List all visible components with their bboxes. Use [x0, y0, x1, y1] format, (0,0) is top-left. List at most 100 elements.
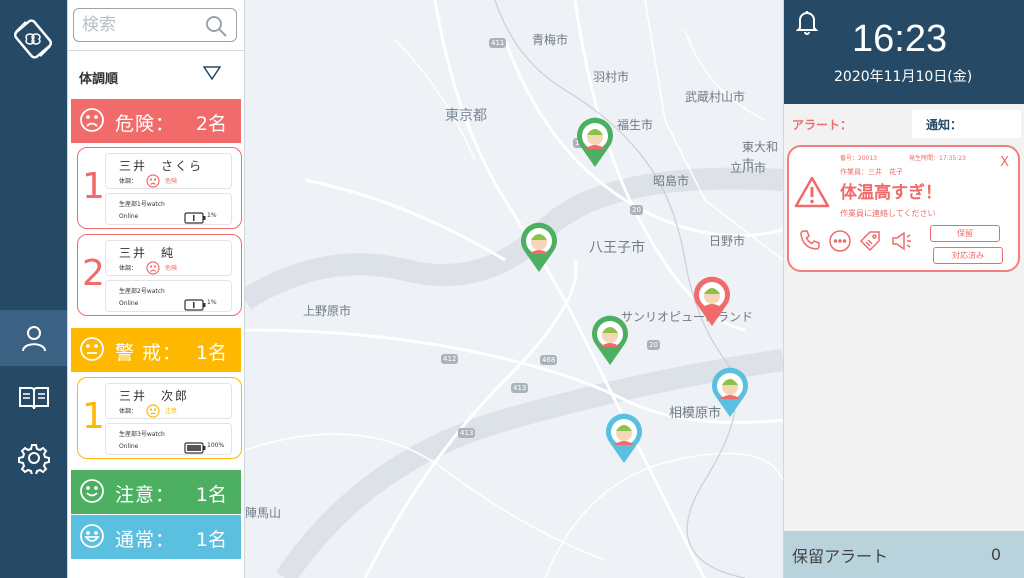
category-name: 警 戒：	[115, 342, 183, 364]
sort-dropdown-icon[interactable]	[202, 65, 222, 84]
category-count: 1名	[195, 342, 227, 364]
map-label: 上野原市	[303, 304, 352, 318]
alert-time: 発生時間：17:35:23	[909, 155, 966, 162]
hold-button[interactable]: 保留	[930, 225, 1000, 242]
device-info: 生産部2号watch Online 1%	[105, 280, 232, 312]
worker-name: 三井 さくら	[119, 159, 204, 173]
category-name: 注意：	[115, 484, 176, 506]
map-label: 陣馬山	[245, 506, 282, 520]
sad-face-icon	[146, 173, 160, 192]
worker-pin-green[interactable]	[575, 117, 615, 169]
search-box	[73, 8, 237, 42]
map-label: サンリオピューロランド	[621, 310, 754, 324]
map-label: 武蔵村山市	[685, 90, 746, 104]
nav-gear-icon[interactable]	[0, 430, 67, 486]
device-status: Online	[119, 443, 139, 450]
worker-info: 三井 次郎 体調： 注意	[105, 383, 232, 419]
alert-message: 作業員に連絡してください	[840, 209, 936, 218]
worker-name: 三井 純	[119, 246, 176, 260]
device-status: Online	[119, 213, 139, 220]
alert-number: 番号：20013	[840, 155, 878, 162]
worker-card[interactable]: 1 三井 さくら 体調： 危険 生産部1号watch Online 1%	[77, 147, 242, 229]
sort-label: 体調順	[79, 72, 119, 87]
worker-rank: 1	[82, 396, 105, 437]
route-shield: 411	[489, 38, 507, 48]
worker-name: 三井 次郎	[119, 389, 190, 403]
category-danger[interactable]: 危険： 2名	[71, 99, 241, 143]
sort-bar: 体調順	[68, 50, 245, 96]
worker-pin-blue[interactable]	[710, 367, 750, 419]
category-normal[interactable]: 通常： 1名	[71, 515, 241, 559]
chat-icon[interactable]	[828, 229, 852, 257]
nav-book-icon[interactable]	[0, 370, 67, 426]
alert-panel: 16:23 2020年11月10日(金) アラート： 通知： 番号：20013 …	[783, 0, 1024, 578]
battery-icon	[184, 296, 206, 315]
battery-percent: 1%	[207, 299, 217, 306]
sad-face-icon	[146, 260, 160, 279]
close-button[interactable]: X	[1000, 155, 1009, 170]
category-caution[interactable]: 注意： 1名	[71, 470, 241, 514]
worker-pin-green[interactable]	[590, 315, 630, 367]
smile-face-icon	[79, 478, 105, 509]
map-label: 八王子市	[589, 240, 645, 256]
route-shield: 412	[441, 354, 459, 364]
neutral-face-icon	[146, 403, 160, 422]
worker-pin-red[interactable]	[692, 276, 732, 328]
map-label: 日野市	[709, 234, 746, 248]
route-shield: 20	[630, 205, 643, 215]
pending-alerts-bar[interactable]: 保留アラート 0	[784, 531, 1024, 578]
worker-rank: 2	[82, 253, 105, 294]
battery-icon	[184, 209, 206, 228]
tab-alert[interactable]: アラート：	[792, 116, 852, 133]
category-name: 通常：	[115, 529, 176, 551]
bell-icon[interactable]	[795, 9, 819, 39]
map-label: 福生市	[617, 118, 654, 132]
map-view[interactable]: 青梅市 羽村市 東京都 福生市 昭島市 武蔵村山市 立川市 東大和市 八王子市 …	[245, 0, 783, 578]
worker-card[interactable]: 1 三井 次郎 体調： 注意 生産部3号watch Online 100%	[77, 377, 242, 459]
battery-percent: 1%	[207, 212, 217, 219]
search-input[interactable]	[82, 10, 202, 40]
condition-label: 体調：	[119, 178, 138, 185]
worker-pin-blue[interactable]	[604, 413, 644, 465]
map-label: 羽村市	[593, 70, 630, 84]
route-shield: 413	[458, 428, 476, 438]
clock-date: 2020年11月10日(金)	[834, 69, 973, 85]
megaphone-icon[interactable]	[890, 229, 914, 257]
battery-icon	[184, 439, 206, 458]
worker-list-panel: 体調順 危険： 2名 1 三井 さくら 体調： 危険 生産部1号watch On…	[67, 0, 245, 578]
map-label: 青梅市	[532, 33, 569, 47]
nav-user-icon[interactable]	[0, 310, 67, 366]
worker-pin-green[interactable]	[519, 222, 559, 274]
pending-alerts-count: 0	[990, 545, 1001, 564]
warning-icon	[794, 176, 830, 212]
phone-icon[interactable]	[799, 229, 821, 255]
side-nav	[0, 0, 67, 578]
pending-alerts-label: 保留アラート	[792, 547, 889, 566]
battery-percent: 100%	[207, 442, 225, 449]
clock-header: 16:23 2020年11月10日(金)	[784, 0, 1024, 104]
search-icon[interactable]	[204, 14, 228, 42]
device-info: 生産部1号watch Online 1%	[105, 193, 232, 225]
route-shield: 20	[647, 340, 660, 350]
sad-face-icon	[79, 107, 105, 138]
condition-value: 危険	[165, 265, 178, 272]
category-count: 2名	[195, 113, 227, 135]
watch-logo-icon	[8, 14, 58, 64]
clock-time: 16:23	[852, 18, 948, 60]
category-warning[interactable]: 警 戒： 1名	[71, 328, 241, 372]
category-count: 1名	[195, 484, 227, 506]
device-info: 生産部3号watch Online 100%	[105, 423, 232, 455]
worker-info: 三井 さくら 体調： 危険	[105, 153, 232, 189]
worker-card[interactable]: 2 三井 純 体調： 危険 生産部2号watch Online 1%	[77, 234, 242, 316]
resolved-button[interactable]: 対応済み	[933, 247, 1003, 264]
map-label: 昭島市	[653, 174, 690, 188]
alert-worker: 作業員：三井 花子	[840, 168, 903, 176]
map-label: 東京都	[445, 108, 487, 124]
condition-label: 体調：	[119, 265, 138, 272]
worker-info: 三井 純 体調： 危険	[105, 240, 232, 276]
tab-notice[interactable]: 通知：	[912, 110, 1021, 138]
device-name: 生産部1号watch	[119, 201, 165, 208]
condition-value: 注意	[165, 408, 178, 415]
route-shield: 468	[540, 355, 558, 365]
tag-icon[interactable]	[858, 229, 882, 257]
